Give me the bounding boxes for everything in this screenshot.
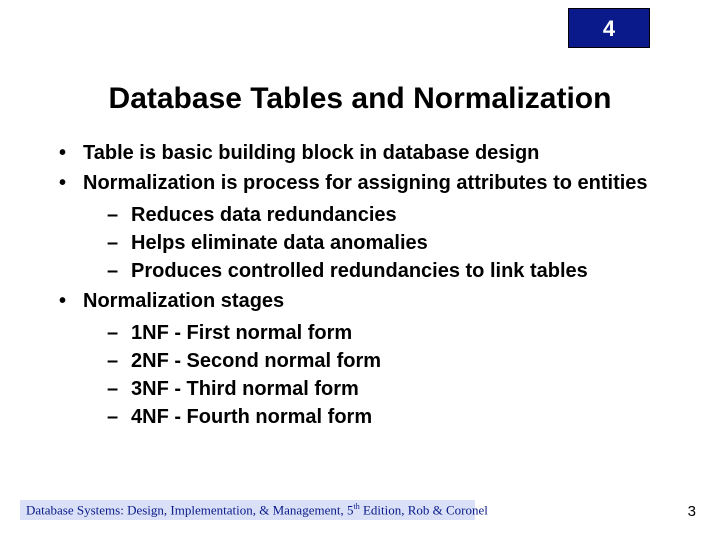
bullet-text: Table is basic building block in databas… [83, 142, 539, 164]
subbullet-text: 4NF - Fourth normal form [131, 406, 372, 428]
slide: 4 Database Tables and Normalization Tabl… [0, 0, 720, 540]
slide-title: Database Tables and Normalization [0, 82, 720, 116]
subbullet-text: 1NF - First normal form [131, 322, 352, 344]
bullet-item: Normalization stages 1NF - First normal … [55, 288, 665, 430]
subbullet-text: 2NF - Second normal form [131, 350, 381, 372]
footer-pre: Database Systems: Design, Implementation… [26, 502, 353, 517]
subbullet-text: Produces controlled redundancies to link… [131, 260, 588, 282]
subbullet-item: 3NF - Third normal form [107, 376, 665, 402]
bullet-item: Table is basic building block in databas… [55, 140, 665, 166]
page-number: 3 [688, 503, 696, 520]
footer-text: Database Systems: Design, Implementation… [20, 500, 475, 520]
footer-post: Edition, Rob & Coronel [360, 502, 488, 517]
subbullet-item: Produces controlled redundancies to link… [107, 258, 665, 284]
subbullet-item: 4NF - Fourth normal form [107, 404, 665, 430]
bullet-item: Normalization is process for assigning a… [55, 170, 665, 284]
subbullet-text: 3NF - Third normal form [131, 378, 359, 400]
subbullet-item: Reduces data redundancies [107, 202, 665, 228]
subbullet-text: Reduces data redundancies [131, 204, 397, 226]
subbullet-item: 1NF - First normal form [107, 320, 665, 346]
subbullet-item: Helps eliminate data anomalies [107, 230, 665, 256]
footer-bar: Database Systems: Design, Implementation… [20, 500, 475, 520]
subbullet-item: 2NF - Second normal form [107, 348, 665, 374]
bullet-text: Normalization stages [83, 290, 284, 312]
slide-body: Table is basic building block in databas… [55, 140, 665, 434]
bullet-text: Normalization is process for assigning a… [83, 172, 648, 194]
subbullet-text: Helps eliminate data anomalies [131, 232, 428, 254]
chapter-badge: 4 [568, 8, 650, 48]
